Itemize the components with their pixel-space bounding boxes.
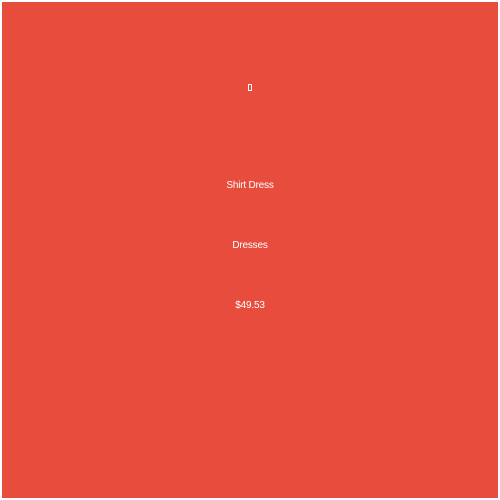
product-card[interactable]: Shirt Dress Dresses $49.53 [2,2,498,498]
product-price: $49.53 [235,300,265,311]
product-name: Shirt Dress [226,180,274,191]
product-category: Dresses [232,240,268,251]
product-icon [2,81,498,93]
missing-glyph-icon [248,83,252,91]
